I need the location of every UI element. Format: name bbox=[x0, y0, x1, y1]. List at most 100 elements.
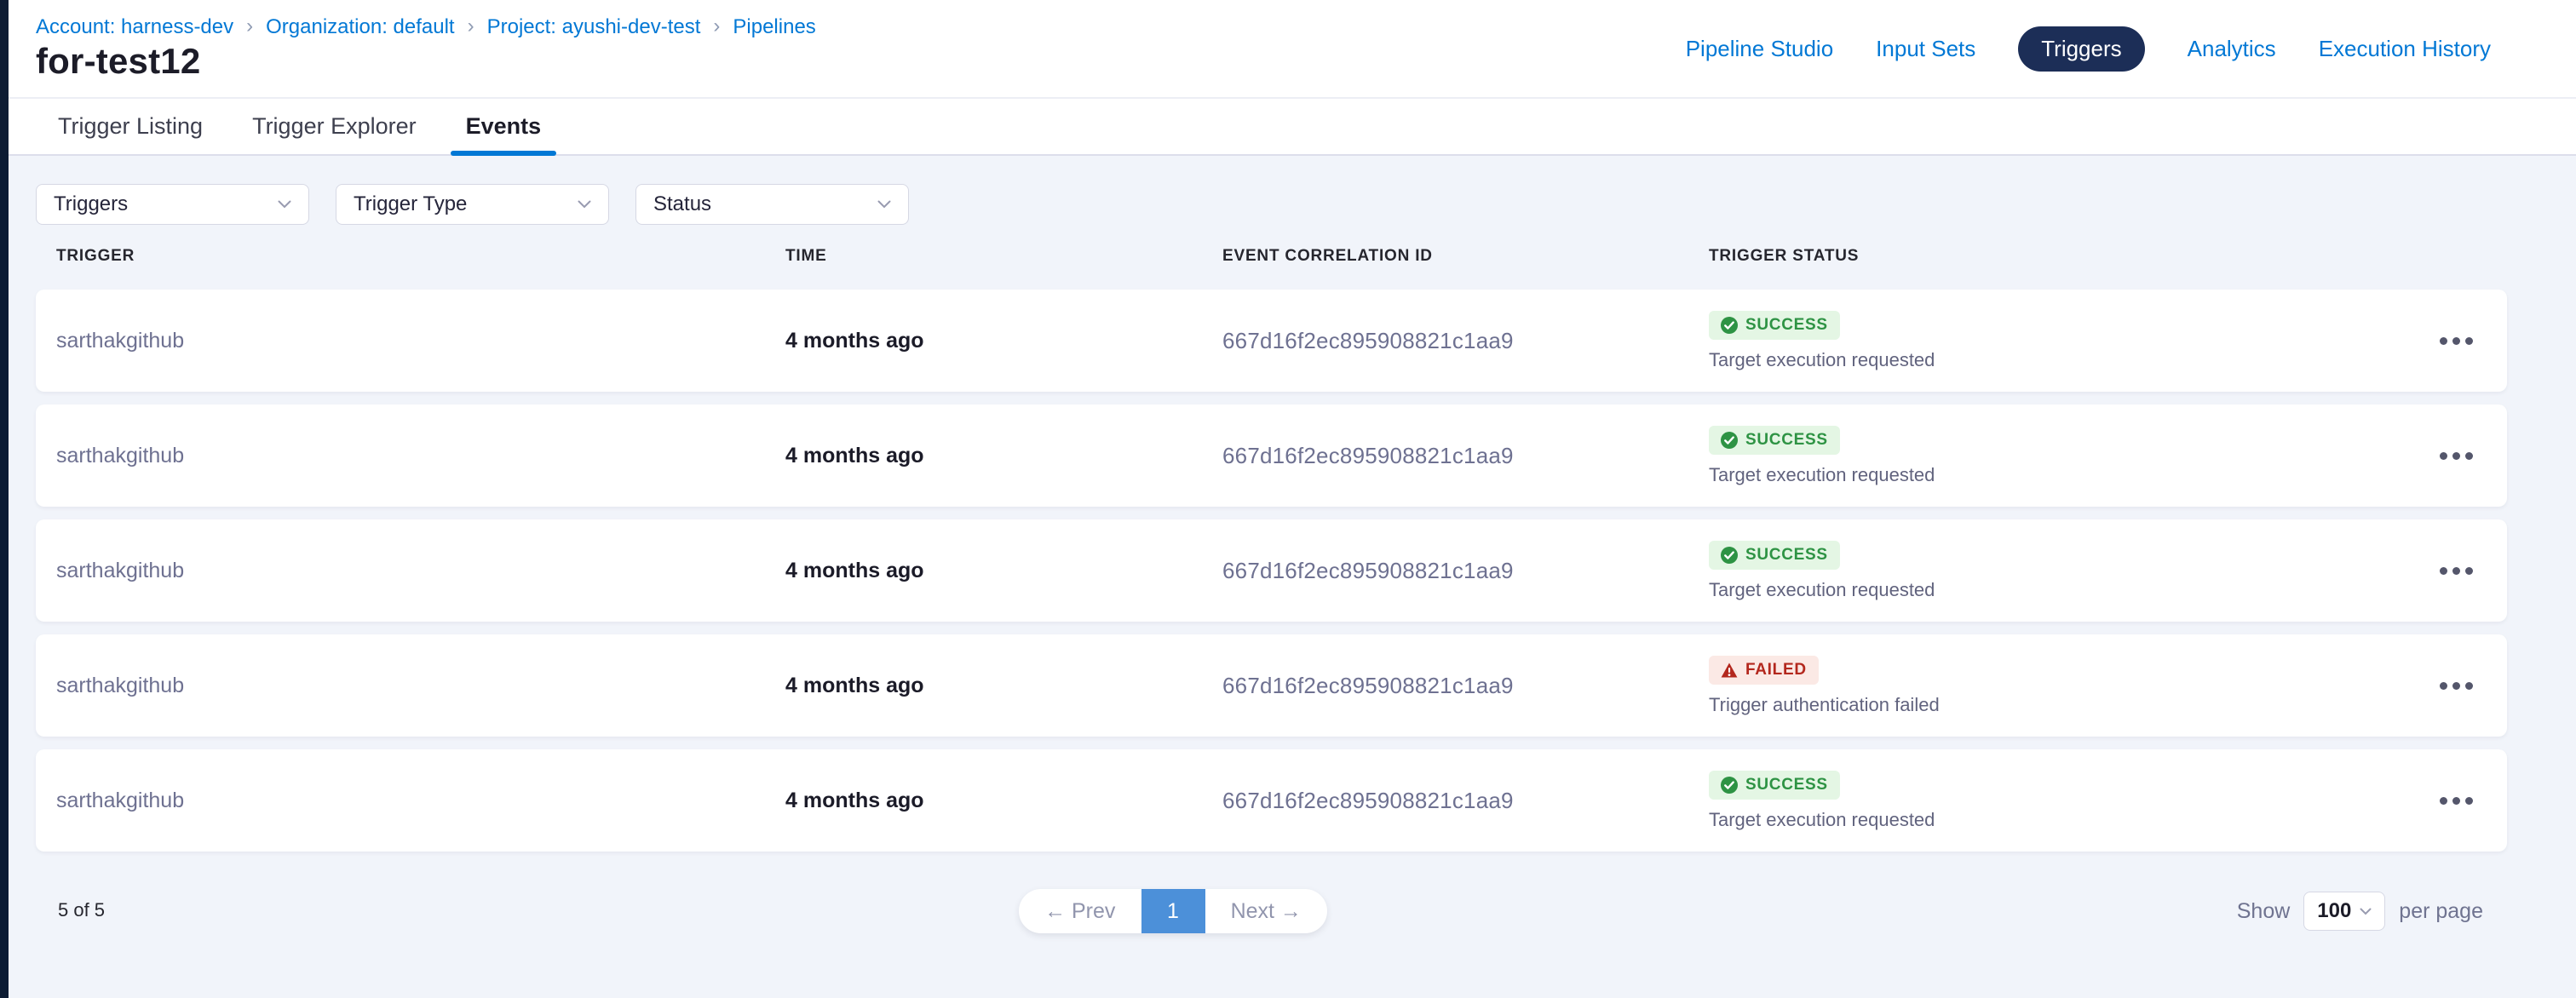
nav-link-pipeline-studio[interactable]: Pipeline Studio bbox=[1686, 36, 1833, 62]
page-size-select[interactable]: 100 bbox=[2303, 892, 2385, 931]
column-header-time: TIME bbox=[785, 247, 1222, 266]
status-badge: FAILED bbox=[1709, 656, 1819, 685]
table-row[interactable]: sarthakgithub 4 months ago 667d16f2ec895… bbox=[36, 519, 2507, 622]
ellipsis-icon bbox=[2440, 682, 2447, 690]
event-rows: sarthakgithub 4 months ago 667d16f2ec895… bbox=[36, 290, 2507, 852]
check-circle-icon bbox=[1721, 547, 1738, 564]
nav-pill-triggers[interactable]: Triggers bbox=[2018, 26, 2144, 72]
collapsed-sidebar-strip[interactable] bbox=[0, 0, 9, 998]
status-badge: SUCCESS bbox=[1709, 771, 1840, 800]
breadcrumb: Account: harness-dev › Organization: def… bbox=[36, 15, 816, 39]
filter-triggers-label: Triggers bbox=[54, 192, 128, 216]
ellipsis-icon bbox=[2465, 337, 2473, 345]
row-actions-menu[interactable] bbox=[2405, 329, 2507, 353]
nav-link-analytics[interactable]: Analytics bbox=[2188, 36, 2276, 62]
page-size-value: 100 bbox=[2317, 899, 2351, 923]
correlation-id: 667d16f2ec895908821c1aa9 bbox=[1222, 328, 1709, 354]
ellipsis-icon bbox=[2452, 452, 2460, 460]
breadcrumb-separator-icon: › bbox=[468, 14, 474, 38]
status-detail: Target execution requested bbox=[1709, 349, 1935, 371]
table-row[interactable]: sarthakgithub 4 months ago 667d16f2ec895… bbox=[36, 634, 2507, 737]
ellipsis-icon bbox=[2452, 797, 2460, 805]
tab-trigger-explorer[interactable]: Trigger Explorer bbox=[247, 99, 422, 154]
correlation-id: 667d16f2ec895908821c1aa9 bbox=[1222, 443, 1709, 469]
trigger-status-cell: SUCCESS Target execution requested bbox=[1709, 541, 2405, 601]
ellipsis-icon bbox=[2440, 567, 2447, 575]
row-actions-menu[interactable] bbox=[2405, 674, 2507, 698]
ellipsis-icon bbox=[2440, 452, 2447, 460]
status-label: SUCCESS bbox=[1745, 316, 1828, 335]
prev-page-button[interactable]: ← Prev bbox=[1019, 889, 1141, 933]
page-title: for-test12 bbox=[36, 41, 200, 82]
table-row[interactable]: sarthakgithub 4 months ago 667d16f2ec895… bbox=[36, 290, 2507, 392]
next-page-button[interactable]: Next → bbox=[1205, 889, 1328, 933]
event-time: 4 months ago bbox=[785, 559, 1222, 583]
nav-link-input-sets[interactable]: Input Sets bbox=[1876, 36, 1975, 62]
trigger-status-cell: SUCCESS Target execution requested bbox=[1709, 426, 2405, 486]
filter-status-label: Status bbox=[653, 192, 711, 216]
status-detail: Target execution requested bbox=[1709, 464, 1935, 486]
ellipsis-icon bbox=[2465, 682, 2473, 690]
filter-status[interactable]: Status bbox=[635, 184, 909, 225]
row-actions-menu[interactable] bbox=[2405, 559, 2507, 583]
warning-triangle-icon bbox=[1721, 662, 1738, 678]
event-time: 4 months ago bbox=[785, 789, 1222, 813]
correlation-id: 667d16f2ec895908821c1aa9 bbox=[1222, 788, 1709, 814]
ellipsis-icon bbox=[2465, 452, 2473, 460]
status-detail: Trigger authentication failed bbox=[1709, 694, 1940, 716]
trigger-status-cell: SUCCESS Target execution requested bbox=[1709, 771, 2405, 831]
pagination: ← Prev 1 Next → bbox=[1019, 889, 1327, 933]
check-circle-icon bbox=[1721, 777, 1738, 794]
status-badge: SUCCESS bbox=[1709, 311, 1840, 340]
ellipsis-icon bbox=[2440, 797, 2447, 805]
column-header-correlation-id: EVENT CORRELATION ID bbox=[1222, 247, 1709, 266]
filter-bar: Triggers Trigger Type Status bbox=[36, 184, 909, 225]
ellipsis-icon bbox=[2452, 682, 2460, 690]
check-circle-icon bbox=[1721, 317, 1738, 334]
row-actions-menu[interactable] bbox=[2405, 789, 2507, 813]
chevron-down-icon bbox=[278, 200, 291, 209]
breadcrumb-link-pipelines[interactable]: Pipelines bbox=[733, 15, 815, 39]
results-count: 5 of 5 bbox=[58, 899, 105, 921]
ellipsis-icon bbox=[2440, 337, 2447, 345]
pipeline-nav: Pipeline Studio Input Sets Triggers Anal… bbox=[1686, 0, 2491, 97]
show-label: Show bbox=[2237, 899, 2291, 924]
status-detail: Target execution requested bbox=[1709, 579, 1935, 601]
status-detail: Target execution requested bbox=[1709, 809, 1935, 831]
filter-trigger-type[interactable]: Trigger Type bbox=[336, 184, 609, 225]
filter-trigger-type-label: Trigger Type bbox=[354, 192, 467, 216]
tab-events[interactable]: Events bbox=[461, 99, 547, 154]
breadcrumb-link-organization[interactable]: Organization: default bbox=[266, 15, 454, 39]
table-header: TRIGGER TIME EVENT CORRELATION ID TRIGGE… bbox=[36, 247, 2507, 266]
chevron-down-icon bbox=[578, 200, 591, 209]
page-header: Account: harness-dev › Organization: def… bbox=[9, 0, 2576, 97]
column-header-trigger-status: TRIGGER STATUS bbox=[1709, 247, 2405, 266]
tab-bar: Trigger Listing Trigger Explorer Events bbox=[9, 97, 2576, 156]
check-circle-icon bbox=[1721, 432, 1738, 449]
ellipsis-icon bbox=[2452, 337, 2460, 345]
tab-trigger-listing[interactable]: Trigger Listing bbox=[53, 99, 208, 154]
table-row[interactable]: sarthakgithub 4 months ago 667d16f2ec895… bbox=[36, 749, 2507, 852]
trigger-name: sarthakgithub bbox=[56, 444, 785, 468]
status-label: SUCCESS bbox=[1745, 776, 1828, 794]
ellipsis-icon bbox=[2452, 567, 2460, 575]
status-label: SUCCESS bbox=[1745, 431, 1828, 450]
chevron-down-icon bbox=[877, 200, 891, 209]
breadcrumb-separator-icon: › bbox=[246, 14, 253, 38]
breadcrumb-link-project[interactable]: Project: ayushi-dev-test bbox=[487, 15, 701, 39]
breadcrumb-separator-icon: › bbox=[713, 14, 720, 38]
trigger-status-cell: SUCCESS Target execution requested bbox=[1709, 311, 2405, 371]
current-page-button[interactable]: 1 bbox=[1141, 889, 1205, 933]
trigger-status-cell: FAILED Trigger authentication failed bbox=[1709, 656, 2405, 716]
trigger-name: sarthakgithub bbox=[56, 789, 785, 813]
event-time: 4 months ago bbox=[785, 674, 1222, 698]
chevron-down-icon bbox=[2360, 908, 2372, 915]
filter-triggers[interactable]: Triggers bbox=[36, 184, 309, 225]
nav-link-execution-history[interactable]: Execution History bbox=[2319, 36, 2491, 62]
status-label: FAILED bbox=[1745, 661, 1807, 680]
ellipsis-icon bbox=[2465, 567, 2473, 575]
table-row[interactable]: sarthakgithub 4 months ago 667d16f2ec895… bbox=[36, 404, 2507, 507]
breadcrumb-link-account[interactable]: Account: harness-dev bbox=[36, 15, 233, 39]
row-actions-menu[interactable] bbox=[2405, 444, 2507, 468]
trigger-name: sarthakgithub bbox=[56, 329, 785, 353]
